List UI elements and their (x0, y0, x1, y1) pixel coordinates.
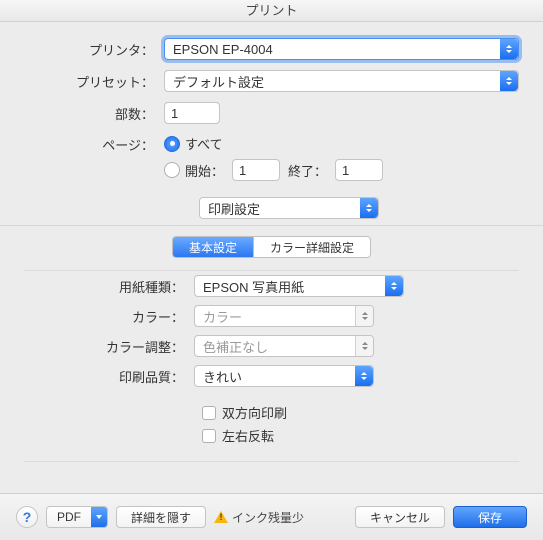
quality-value: きれい (203, 367, 242, 386)
pages-range-radio[interactable] (164, 162, 180, 178)
quality-label: 印刷品質： (24, 367, 194, 386)
pages-all-radio[interactable] (164, 136, 180, 152)
ink-low-warning: インク残量少 (214, 509, 304, 526)
settings-tabs: 基本設定 カラー詳細設定 (172, 236, 371, 258)
pages-all-label: すべて (185, 134, 223, 153)
chevron-updown-icon (500, 71, 518, 91)
print-dialog: プリント プリンタ： EPSON EP-4004 プリセット： デフォルト設定 … (0, 0, 543, 540)
color-select[interactable]: カラー (194, 305, 374, 327)
pages-label: ページ： (24, 134, 164, 154)
bidirectional-checkbox[interactable] (202, 406, 216, 420)
chevron-updown-icon (355, 366, 373, 386)
pages-to-input[interactable] (335, 159, 383, 181)
dialog-footer: ? PDF 詳細を隠す インク残量少 キャンセル 保存 (0, 493, 543, 540)
coloradjust-value: 色補正なし (203, 337, 268, 356)
section-value: 印刷設定 (208, 199, 260, 218)
tab-color-advanced[interactable]: カラー詳細設定 (253, 237, 370, 257)
help-button[interactable]: ? (16, 506, 38, 528)
color-value: カラー (203, 307, 242, 326)
copies-input[interactable] (164, 102, 220, 124)
chevron-updown-icon (360, 198, 378, 218)
coloradjust-label: カラー調整： (24, 337, 194, 356)
papertype-value: EPSON 写真用紙 (203, 277, 304, 296)
ink-low-text: インク残量少 (232, 509, 304, 526)
chevron-updown-icon (355, 336, 373, 356)
preset-select[interactable]: デフォルト設定 (164, 70, 519, 92)
pages-from-label: 開始： (185, 161, 224, 180)
quality-select[interactable]: きれい (194, 365, 374, 387)
hide-details-button[interactable]: 詳細を隠す (116, 506, 206, 528)
printer-value: EPSON EP-4004 (173, 42, 273, 57)
chevron-updown-icon (385, 276, 403, 296)
mirror-label: 左右反転 (222, 426, 274, 445)
color-label: カラー： (24, 307, 194, 326)
window-title: プリント (0, 0, 543, 22)
papertype-label: 用紙種類： (24, 277, 194, 296)
warning-icon (214, 511, 228, 523)
cancel-button[interactable]: キャンセル (355, 506, 445, 528)
pdf-menu-button[interactable]: PDF (46, 506, 108, 528)
chevron-updown-icon (355, 306, 373, 326)
coloradjust-select[interactable]: 色補正なし (194, 335, 374, 357)
papertype-select[interactable]: EPSON 写真用紙 (194, 275, 404, 297)
save-button[interactable]: 保存 (453, 506, 527, 528)
printer-label: プリンタ： (24, 40, 164, 59)
bidirectional-label: 双方向印刷 (222, 403, 287, 422)
printer-select[interactable]: EPSON EP-4004 (164, 38, 519, 60)
tab-basic[interactable]: 基本設定 (173, 237, 253, 257)
mirror-checkbox[interactable] (202, 429, 216, 443)
pdf-label: PDF (47, 510, 91, 524)
preset-label: プリセット： (24, 72, 164, 91)
pages-to-label: 終了： (288, 161, 327, 180)
preset-value: デフォルト設定 (173, 72, 264, 91)
chevron-down-icon (91, 507, 107, 527)
basic-settings: 用紙種類： EPSON 写真用紙 カラー： カラー カラー調整： (24, 270, 519, 462)
section-select[interactable]: 印刷設定 (199, 197, 379, 219)
print-settings-panel: 基本設定 カラー詳細設定 用紙種類： EPSON 写真用紙 カラー： カラー (0, 225, 543, 462)
pages-from-input[interactable] (232, 159, 280, 181)
chevron-updown-icon (500, 39, 518, 59)
dialog-content: プリンタ： EPSON EP-4004 プリセット： デフォルト設定 部数： ペ… (0, 22, 543, 493)
copies-label: 部数： (24, 104, 164, 123)
